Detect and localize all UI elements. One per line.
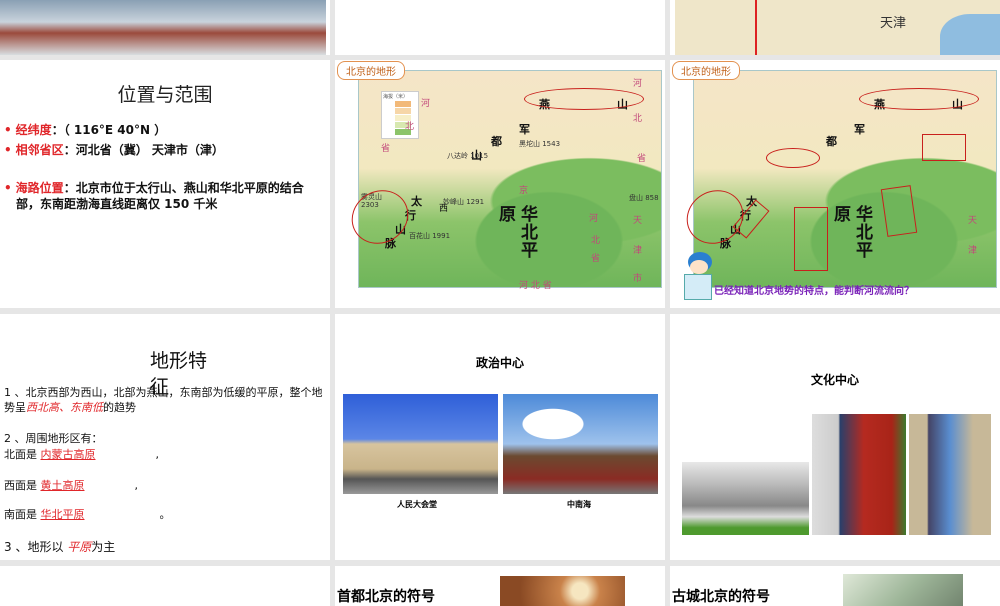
- map-label: 百花山 1991: [409, 232, 451, 240]
- slide-thumbnail-terrain-map[interactable]: 海拔（米） 河 北 省 河 北 省 河 北 省 天 津 市 河 北 省 京 燕 …: [335, 60, 665, 308]
- map-label: 北: [591, 236, 601, 246]
- annotation-mark: [859, 88, 979, 110]
- slide-title: 位置与范围: [117, 84, 213, 106]
- terrain-map-annotated: 燕 山 军 都 太 行 山 脉 原 华 北 平 天 津: [676, 70, 997, 288]
- great-hall-photo: [343, 394, 498, 494]
- taihang-circle: [341, 179, 419, 255]
- map-label: 盘山 858: [629, 194, 659, 202]
- map-label: 军: [854, 123, 865, 136]
- map-label: 省: [591, 254, 601, 264]
- slide-thumbnail-river-map[interactable]: 燕 山 军 都 太 行 山 脉 原 华 北 平 天 津 北京的地形 已经知道北京…: [670, 60, 1000, 308]
- map-label: 原: [834, 205, 851, 225]
- map-label: 原: [499, 205, 516, 225]
- slide-thumbnail-terrain-features[interactable]: 地形特征 1 、北京西部为西山，北部为燕山，东南部为低缓的平原，整个地势呈西北高…: [0, 314, 330, 560]
- map-label: 北: [521, 223, 538, 243]
- map-label: 都: [491, 135, 502, 148]
- map-label: 平: [521, 241, 538, 261]
- bullet-sea: • 海路位置：北京市位于太行山、燕山和华北平原的结合部，东南距渤海直线距离仅 15…: [4, 181, 304, 211]
- map-label: 河 北 省: [519, 281, 552, 291]
- slide-thumbnail-photo[interactable]: [0, 0, 330, 55]
- map-label: 华: [856, 205, 873, 225]
- caption: 中南海: [567, 499, 591, 509]
- map-label: 八达岭 1015: [447, 152, 489, 160]
- peking-university-gate-photo: [812, 414, 906, 535]
- slide-thumbnail-location[interactable]: 位置与范围 • 经纬度：（ 116°E 40°N ） • 相邻省区：河北省（冀） 天…: [0, 60, 330, 308]
- map-title-tab: 北京的地形: [337, 61, 405, 80]
- slide-thumbnail-political[interactable]: 政治中心 人民大会堂 中南海: [335, 314, 665, 560]
- terrain-point-3: 3 、地形以 平原为主: [4, 540, 116, 554]
- slide-thumbnail-cultural[interactable]: 文化中心: [670, 314, 1000, 560]
- bullet-neighbors: • 相邻省区：河北省（冀） 天津市（津）: [4, 143, 224, 157]
- slide-thumbnail-capital-symbol[interactable]: 首都北京的符号: [335, 566, 665, 606]
- map-label: 妙峰山 1291: [443, 198, 485, 206]
- annotation-mark: [794, 207, 828, 271]
- map-label: 军: [519, 123, 530, 136]
- slide-title: 政治中心: [475, 356, 524, 370]
- map-label: 津: [633, 246, 643, 256]
- west-line: 西面是 黄土高原,: [4, 479, 138, 492]
- zhongnanhai-photo: [503, 394, 658, 494]
- map-label: 省: [381, 144, 391, 154]
- map-label: 京: [519, 186, 529, 196]
- map-label: 都: [826, 135, 837, 148]
- slide-thumbnail-map[interactable]: 天津: [670, 0, 1000, 55]
- map-label: 津: [968, 246, 978, 256]
- slide-title: 文化中心: [810, 373, 859, 387]
- palace-photo: [0, 0, 326, 55]
- slide-thumbnail-ancient-symbol[interactable]: 古城北京的符号: [670, 566, 1000, 606]
- tsinghua-gate-photo: [909, 414, 991, 535]
- map-label: 天: [968, 216, 978, 226]
- map-label: 黑坨山 1543: [519, 140, 561, 148]
- map-label: 河: [589, 214, 599, 224]
- ancient-building-photo: [843, 574, 963, 606]
- annotation-mark: [880, 185, 918, 237]
- map-title-tab: 北京的地形: [672, 61, 740, 80]
- slide-thumbnail-blank[interactable]: [0, 566, 330, 606]
- map-label: 华: [521, 205, 538, 225]
- terrain-point-1: 1 、北京西部为西山，北部为燕山，东南部为低缓的平原，整个地势呈西北高、东南低的…: [4, 386, 323, 414]
- caption: 人民大会堂: [397, 499, 437, 509]
- bullet-latlon: • 经纬度：（ 116°E 40°N ）: [4, 123, 167, 137]
- map-label: 天: [633, 216, 643, 226]
- tianjin-label: 天津: [880, 16, 907, 31]
- north-line: 北面是 内蒙古高原,: [4, 448, 159, 461]
- map-label: 河: [633, 79, 643, 89]
- annotation-mark: [766, 148, 820, 168]
- map-label: 省: [637, 154, 647, 164]
- yanshan-circle: [524, 88, 644, 110]
- map-label: 北: [633, 114, 643, 124]
- slide-title: 古城北京的符号: [672, 589, 770, 605]
- cartoon-boy: [678, 252, 718, 300]
- hall-ceiling-photo: [500, 576, 625, 606]
- south-line: 南面是 华北平原。: [4, 508, 171, 521]
- terrain-point-2: 2 、周围地形区有：: [4, 432, 103, 445]
- map-label: 平: [856, 241, 873, 261]
- annotation-mark: [922, 134, 966, 161]
- map-label: 北: [856, 223, 873, 243]
- map-label: 北: [405, 122, 415, 132]
- slide-thumbnail-blank[interactable]: [335, 0, 665, 55]
- map-label: 市: [633, 274, 643, 284]
- terrain-map: 海拔（米） 河 北 省 河 北 省 河 北 省 天 津 市 河 北 省 京 燕 …: [341, 70, 662, 291]
- map-label: 河: [421, 99, 431, 109]
- question-text: 已经知道北京地势的特点，能判断河流流向？: [714, 286, 914, 297]
- library-photo: [682, 462, 809, 535]
- slide-title: 首都北京的符号: [337, 589, 435, 605]
- region-map: 天津: [675, 0, 1000, 55]
